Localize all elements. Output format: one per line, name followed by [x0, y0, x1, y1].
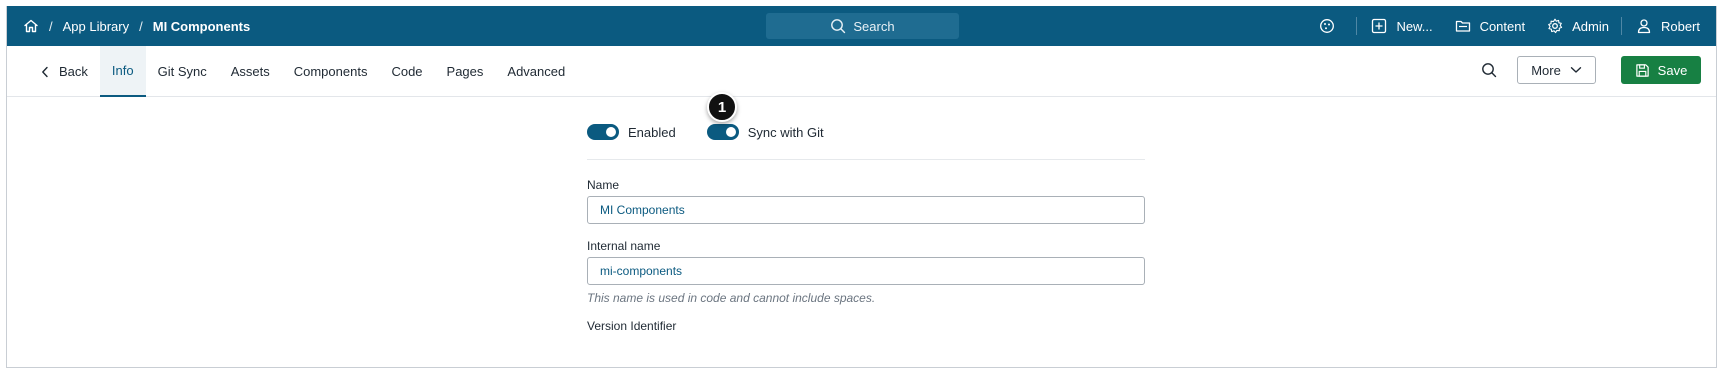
tab-info[interactable]: Info	[99, 46, 146, 97]
tab-git-sync[interactable]: Git Sync	[146, 46, 219, 97]
toggle-knob	[606, 127, 616, 137]
top-right-nav: New... Content Admin Robert	[1297, 6, 1700, 46]
breadcrumb-separator: /	[49, 18, 53, 34]
toggle-row: Enabled Sync with Git	[587, 124, 824, 140]
version-identifier-label: Version Identifier	[587, 319, 677, 333]
chevron-down-icon	[1570, 67, 1582, 73]
toggle-knob	[725, 127, 736, 137]
save-button[interactable]: Save	[1621, 56, 1701, 84]
callout-badge: 1	[707, 92, 737, 122]
enabled-label: Enabled	[628, 124, 676, 140]
nav-divider	[1356, 17, 1358, 35]
tabs: Back Info Git Sync Assets Components Cod…	[29, 46, 577, 97]
plus-square-icon	[1372, 18, 1387, 34]
chevron-left-icon	[42, 66, 48, 77]
user-name: Robert	[1660, 18, 1700, 34]
sync-with-git-toggle[interactable]	[706, 124, 739, 140]
more-label: More	[1531, 62, 1561, 78]
save-label: Save	[1657, 62, 1688, 78]
folder-icon	[1455, 20, 1470, 32]
palette-icon	[1320, 19, 1335, 33]
breadcrumb-separator: /	[139, 18, 143, 34]
home-icon[interactable]	[23, 18, 39, 34]
page-search-button[interactable]	[1481, 62, 1497, 83]
top-bar: / App Library / MI Components Search New…	[7, 6, 1716, 46]
global-search[interactable]: Search	[766, 13, 959, 39]
user-menu-button[interactable]: Robert	[1636, 18, 1700, 34]
internal-name-hint: This name is used in code and cannot inc…	[587, 291, 876, 305]
new-label: New...	[1396, 18, 1433, 34]
internal-name-label: Internal name	[587, 239, 661, 253]
tab-pages[interactable]: Pages	[435, 46, 496, 97]
sync-with-git-label: Sync with Git	[747, 124, 824, 140]
admin-button[interactable]: Admin	[1547, 18, 1609, 34]
more-dropdown-button[interactable]: More	[1517, 56, 1596, 84]
back-label: Back	[59, 64, 88, 79]
user-icon	[1637, 19, 1651, 34]
tab-components[interactable]: Components	[282, 46, 380, 97]
tab-advanced[interactable]: Advanced	[495, 46, 577, 97]
breadcrumb-current: MI Components	[152, 18, 251, 34]
app-window: / App Library / MI Components Search New…	[6, 6, 1717, 368]
nav-divider	[1620, 17, 1622, 35]
gear-icon	[1548, 18, 1563, 34]
tab-bar: Back Info Git Sync Assets Components Cod…	[7, 46, 1716, 97]
breadcrumb: / App Library / MI Components	[23, 6, 250, 46]
content-button[interactable]: Content	[1455, 18, 1526, 34]
tab-code[interactable]: Code	[379, 46, 434, 97]
admin-label: Admin	[1572, 18, 1609, 34]
apps-menu-button[interactable]	[1319, 18, 1344, 34]
section-divider	[587, 159, 1145, 160]
save-icon	[1635, 63, 1649, 77]
search-label: Search	[853, 18, 895, 34]
tab-assets[interactable]: Assets	[219, 46, 282, 97]
enabled-toggle[interactable]	[587, 124, 619, 140]
search-icon	[831, 19, 846, 34]
search-icon	[1482, 63, 1497, 78]
breadcrumb-app-library[interactable]: App Library	[63, 19, 129, 34]
back-button[interactable]: Back	[29, 46, 100, 97]
name-label: Name	[587, 178, 620, 192]
name-input[interactable]: MI Components	[587, 196, 1145, 224]
internal-name-input[interactable]: mi-components	[587, 257, 1145, 285]
new-button[interactable]: New...	[1371, 18, 1433, 34]
content-label: Content	[1479, 18, 1526, 34]
